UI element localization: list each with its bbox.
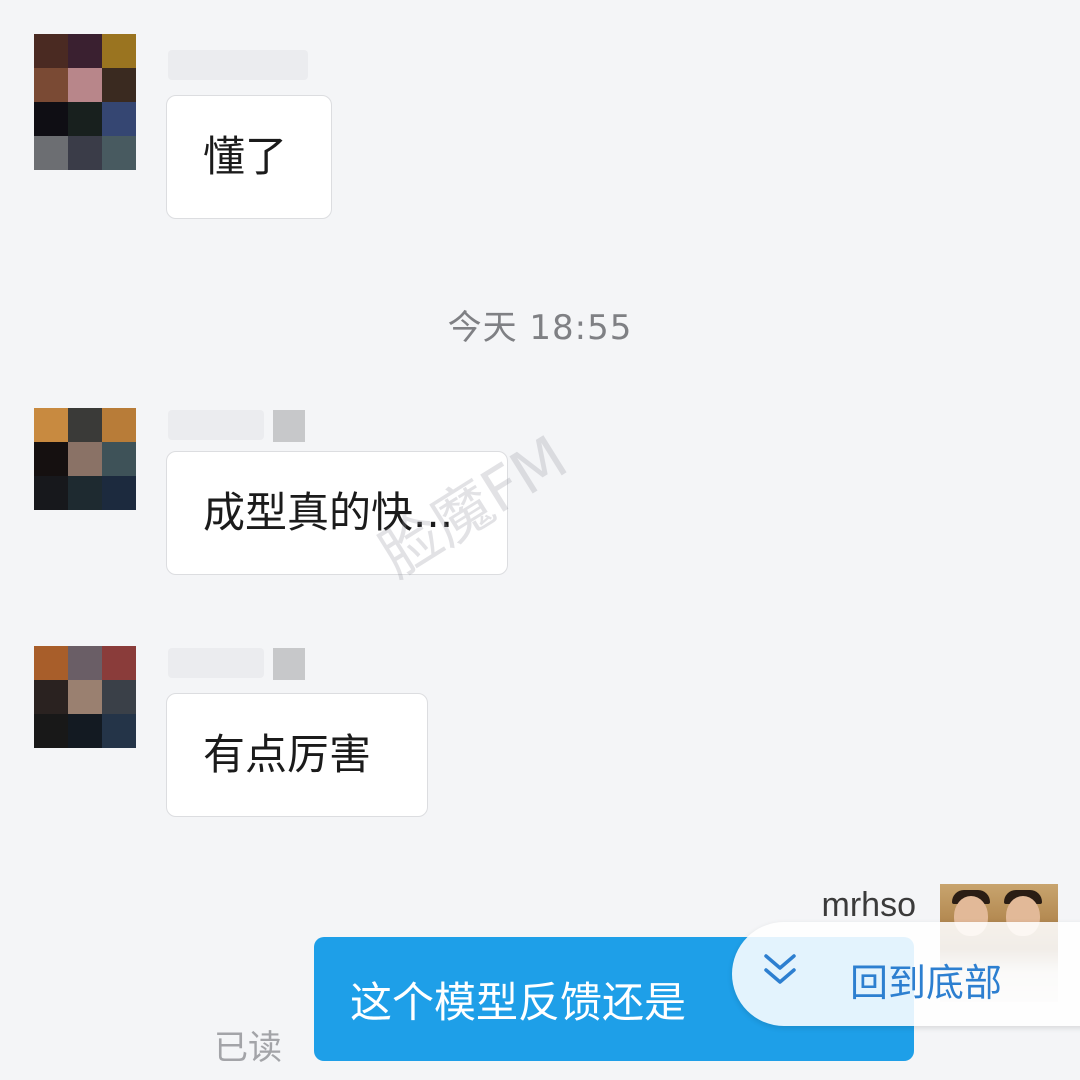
my-message-text: 这个模型反馈还是	[350, 977, 687, 1027]
message-bubble-1[interactable]: 懂了	[166, 95, 332, 219]
read-status: 已读	[214, 1028, 282, 1068]
message-text-1: 懂了	[203, 132, 288, 181]
back-to-bottom-label: 回到底部	[850, 961, 1003, 1005]
sender-badge-3	[273, 648, 305, 680]
sender-name-3	[168, 648, 264, 678]
timestamp: 今天 18:55	[447, 308, 633, 348]
message-bubble-3[interactable]: 有点厉害	[166, 693, 428, 817]
sender-avatar-2[interactable]	[34, 408, 136, 510]
back-to-bottom-button[interactable]: 回到底部	[732, 922, 1080, 1026]
sender-badge-2	[273, 410, 305, 442]
sender-name-2	[168, 410, 264, 440]
my-username: mrhso	[821, 886, 916, 924]
sender-avatar-1[interactable]	[34, 34, 136, 170]
chat-screen: 懂了 今天 18:55 成型真的快... 脸魔FM 有点厉害 mrhso 这个模…	[0, 0, 1080, 1080]
sender-name-1	[168, 50, 308, 80]
sender-avatar-3[interactable]	[34, 646, 136, 748]
message-text-3: 有点厉害	[203, 730, 372, 779]
double-chevron-down-icon	[764, 954, 796, 984]
